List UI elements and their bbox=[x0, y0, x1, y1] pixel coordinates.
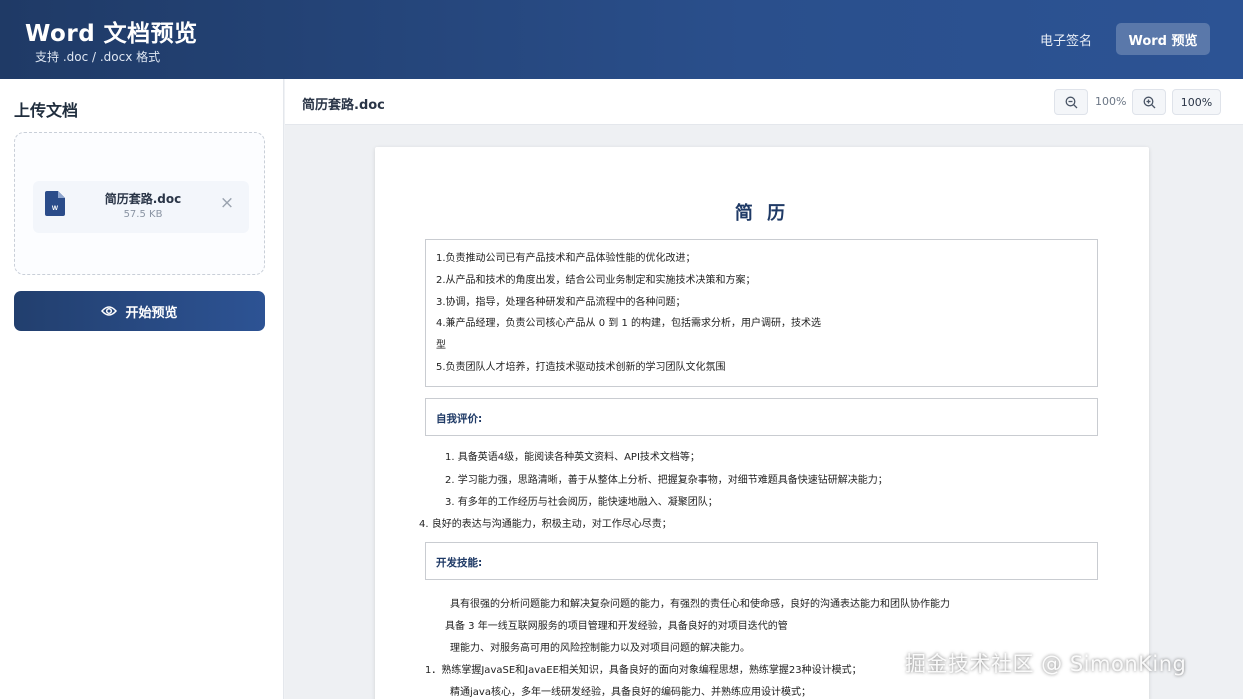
self-eval-heading-box: 自我评价: bbox=[425, 398, 1098, 436]
skills-line: 精通java核心，多年一线研发经验，具备良好的编码能力、并熟练应用设计模式； bbox=[450, 687, 811, 698]
start-preview-button[interactable]: 开始预览 bbox=[14, 291, 265, 331]
app-title: Word 文档预览 bbox=[25, 21, 198, 47]
word-file-icon: W bbox=[45, 191, 65, 216]
eye-icon bbox=[101, 306, 118, 316]
upload-sidebar: 上传文档 W 简历套路.doc 57.5 KB × 开始预览 bbox=[0, 79, 284, 699]
skills-line: 理能力、对服务高可用的风险控制能力以及对项目问题的解决能力。 bbox=[450, 643, 750, 654]
nav-electronic-signature[interactable]: 电子签名 bbox=[1040, 30, 1092, 49]
remove-file-icon[interactable]: × bbox=[219, 195, 235, 212]
uploaded-file-item: W 简历套路.doc 57.5 KB × bbox=[33, 181, 249, 233]
zoom-in-icon bbox=[1143, 96, 1155, 108]
skills-heading: 开发技能: bbox=[436, 557, 483, 569]
self-eval-heading: 自我评价: bbox=[436, 413, 483, 425]
duty-line: 4.兼产品经理，负责公司核心产品从 0 到 1 的构建，包括需求分析，用户调研，… bbox=[436, 318, 821, 330]
watermark: 掘金技术社区 @ SimonKing bbox=[905, 652, 1187, 676]
self-eval-line: 4. 良好的表达与沟通能力，积极主动，对工作尽心尽责； bbox=[419, 519, 672, 530]
zoom-reset-button[interactable]: 100% bbox=[1172, 89, 1221, 115]
word-file-icon-letter: W bbox=[52, 205, 59, 212]
duty-line: 2.从产品和技术的角度出发，结合公司业务制定和实施技术决策和方案； bbox=[436, 274, 756, 286]
upload-dropzone[interactable]: W 简历套路.doc 57.5 KB × bbox=[14, 132, 265, 275]
nav-word-preview[interactable]: Word 预览 bbox=[1116, 23, 1210, 55]
document-viewer: 简历套路.doc 100% 100% 简 历 1.负责推动公司已有产品技术和产品… bbox=[285, 79, 1243, 699]
file-size: 57.5 KB bbox=[123, 209, 163, 220]
skills-line: 具备 3 年一线互联网服务的项目管理和开发经验，具备良好的对项目迭代的管 bbox=[445, 621, 788, 632]
zoom-out-icon bbox=[1065, 96, 1077, 108]
self-eval-line: 2. 学习能力强，思路清晰，善于从整体上分析、把握复杂事物，对细节难题具备快速钻… bbox=[445, 475, 888, 486]
app-subtitle: 支持 .doc / .docx 格式 bbox=[35, 50, 161, 64]
document-name: 简历套路.doc bbox=[302, 98, 385, 113]
duty-line: 1.负责推动公司已有产品技术和产品体验性能的优化改进； bbox=[436, 253, 696, 264]
skills-line: 1．熟练掌握JavaSE和JavaEE相关知识，具备良好的面向对象编程思想，熟练… bbox=[425, 665, 862, 676]
duty-line: 型 bbox=[436, 340, 446, 352]
skills-heading-box: 开发技能: bbox=[425, 542, 1098, 580]
self-eval-line: 1. 具备英语4级，能阅读各种英文资料、API技术文档等； bbox=[445, 452, 700, 463]
zoom-level: 100% bbox=[1095, 95, 1127, 108]
self-eval-line: 3. 有多年的工作经历与社会阅历，能快速地融入、凝聚团队； bbox=[445, 497, 718, 508]
document-page: 简 历 1.负责推动公司已有产品技术和产品体验性能的优化改进； 2.从产品和技术… bbox=[375, 147, 1149, 699]
app-header: Word 文档预览 支持 .doc / .docx 格式 电子签名 Word 预… bbox=[0, 0, 1243, 79]
zoom-in-button[interactable] bbox=[1132, 89, 1166, 115]
viewer-toolbar: 简历套路.doc 100% 100% bbox=[285, 79, 1243, 125]
skills-line: 具有很强的分析问题能力和解决复杂问题的能力，有强烈的责任心和使命感，良好的沟通表… bbox=[450, 599, 950, 610]
duty-line: 5.负责团队人才培养，打造技术驱动技术创新的学习团队文化氛围 bbox=[436, 361, 726, 373]
start-preview-label: 开始预览 bbox=[125, 305, 178, 321]
document-title: 简 历 bbox=[734, 203, 790, 224]
zoom-out-button[interactable] bbox=[1054, 89, 1088, 115]
file-name: 简历套路.doc bbox=[104, 192, 182, 206]
duty-line: 3.协调，指导，处理各种研发和产品流程中的各种问题； bbox=[436, 296, 686, 308]
upload-title: 上传文档 bbox=[14, 101, 79, 120]
duties-box: 1.负责推动公司已有产品技术和产品体验性能的优化改进； 2.从产品和技术的角度出… bbox=[425, 239, 1098, 387]
